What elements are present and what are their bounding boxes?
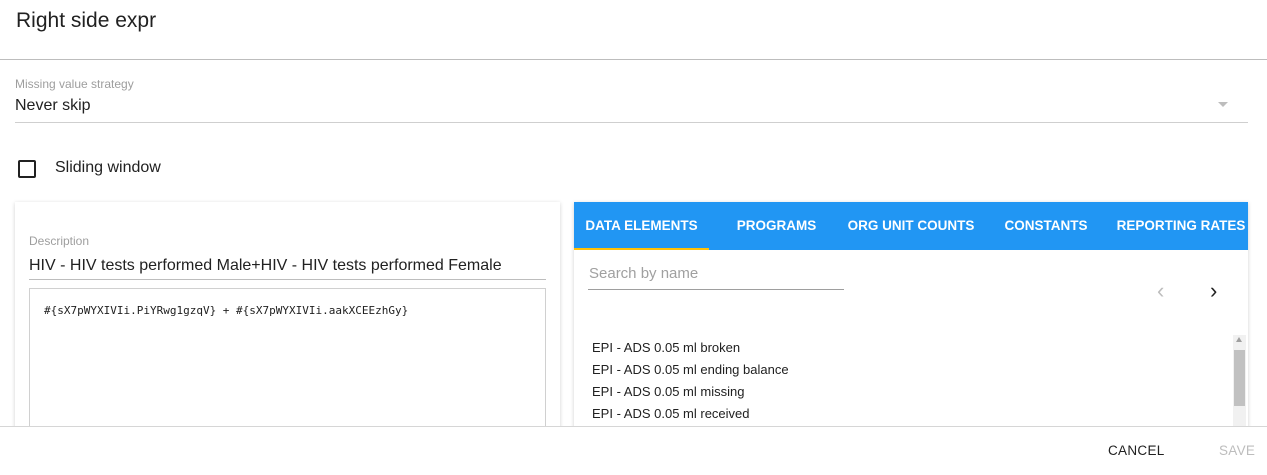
- expression-editor-card: Description HIV - HIV tests performed Ma…: [15, 202, 560, 450]
- dialog-actions: CANCEL SAVE: [0, 426, 1267, 475]
- description-underline: [29, 279, 546, 280]
- select-underline: [15, 122, 1248, 123]
- list-item[interactable]: EPI - ADS 0.05 ml ending balance: [592, 359, 789, 381]
- sliding-window-label[interactable]: Sliding window: [55, 159, 161, 177]
- expression-picker-card: DATA ELEMENTS PROGRAMS ORG UNIT COUNTS C…: [574, 202, 1248, 442]
- tab-data-elements[interactable]: DATA ELEMENTS: [574, 202, 709, 250]
- tab-reporting-rates[interactable]: REPORTING RATES: [1114, 202, 1248, 250]
- chevron-left-icon[interactable]: ‹: [1157, 280, 1164, 302]
- sliding-window-checkbox[interactable]: [18, 160, 36, 178]
- chevron-right-icon[interactable]: ›: [1210, 280, 1217, 302]
- search-underline: [588, 289, 844, 290]
- tab-constants[interactable]: CONSTANTS: [998, 202, 1094, 250]
- scrollbar-thumb[interactable]: [1234, 350, 1245, 406]
- list-item[interactable]: EPI - ADS 0.05 ml missing: [592, 381, 789, 403]
- missing-value-strategy-value[interactable]: Never skip: [15, 97, 91, 115]
- dropdown-arrow-icon[interactable]: [1218, 102, 1228, 107]
- save-button[interactable]: SAVE: [1219, 443, 1255, 458]
- missing-value-strategy-label: Missing value strategy: [15, 77, 134, 91]
- cancel-button[interactable]: CANCEL: [1108, 443, 1165, 458]
- dialog-title: Right side expr: [16, 9, 157, 32]
- tab-org-unit-counts[interactable]: ORG UNIT COUNTS: [844, 202, 978, 250]
- list-item[interactable]: EPI - ADS 0.05 ml broken: [592, 337, 789, 359]
- title-divider: [0, 59, 1267, 60]
- tab-programs[interactable]: PROGRAMS: [724, 202, 829, 250]
- description-label: Description: [29, 234, 90, 248]
- list-item[interactable]: EPI - ADS 0.05 ml received: [592, 403, 789, 425]
- description-input[interactable]: HIV - HIV tests performed Male+HIV - HIV…: [29, 257, 502, 275]
- tab-bar: DATA ELEMENTS PROGRAMS ORG UNIT COUNTS C…: [574, 202, 1248, 250]
- scroll-up-arrow-icon[interactable]: [1236, 337, 1242, 342]
- active-tab-indicator: [574, 248, 709, 250]
- search-input[interactable]: Search by name: [589, 265, 698, 282]
- data-element-list: EPI - ADS 0.05 ml broken EPI - ADS 0.05 …: [592, 337, 789, 425]
- formula-text[interactable]: #{sX7pWYXIVIi.PiYRwg1gzqV} + #{sX7pWYXIV…: [44, 304, 408, 317]
